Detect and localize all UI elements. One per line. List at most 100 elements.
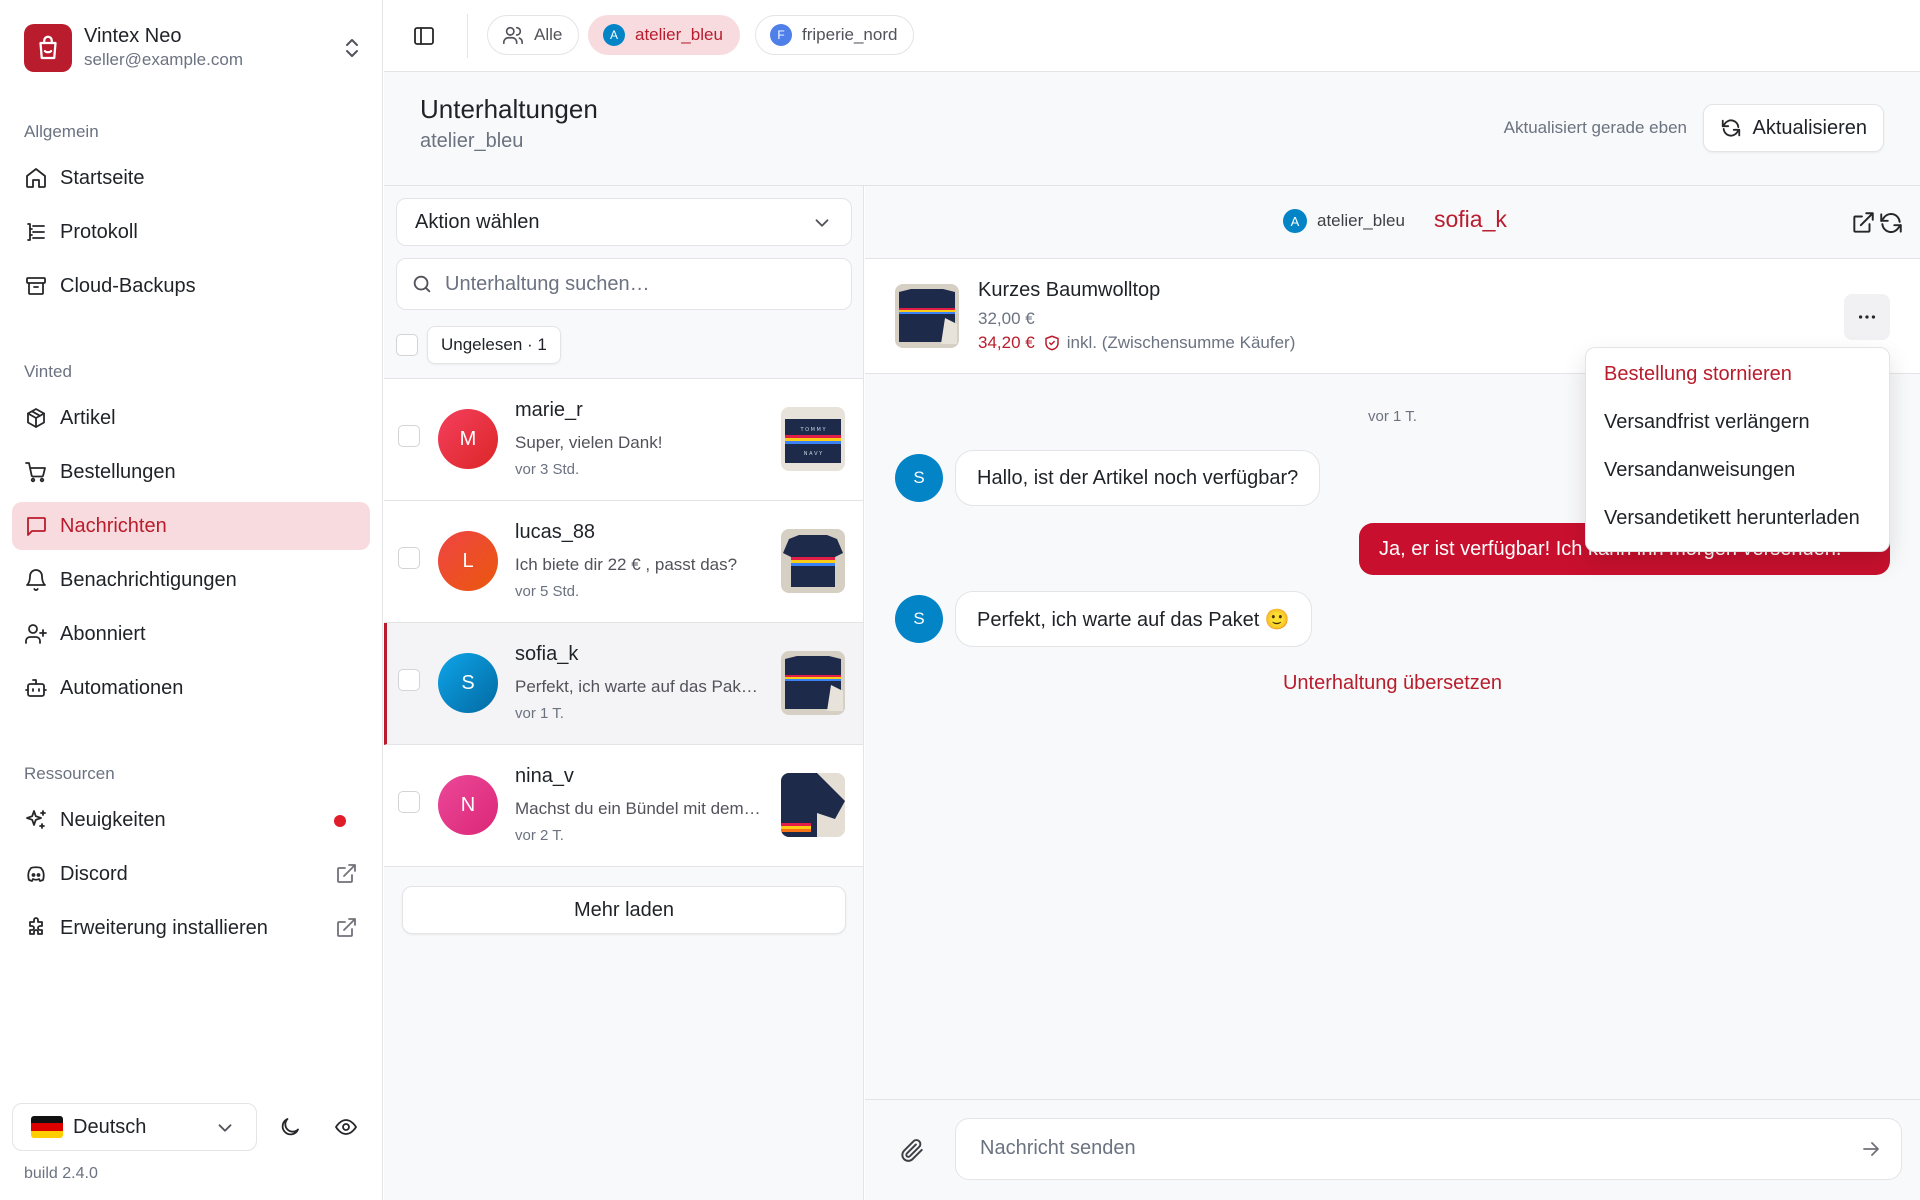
dark-mode-button[interactable] (270, 1107, 310, 1147)
message-bubble: Hallo, ist der Artikel noch verfügbar? (955, 450, 1321, 506)
search-input[interactable] (445, 272, 825, 296)
account-switcher[interactable]: Vintex Neo seller@example.com (24, 22, 364, 74)
account-chip-atelier-bleu[interactable]: A atelier_bleu (588, 15, 740, 55)
package-icon (27, 408, 45, 428)
product-image (895, 284, 959, 348)
chat-user-link[interactable]: sofia_k (1434, 206, 1507, 233)
visibility-button[interactable] (326, 1107, 366, 1147)
conversation-checkbox[interactable] (398, 425, 420, 447)
account-chip-friperie-nord[interactable]: F friperie_nord (755, 15, 915, 55)
last-updated-text: Aktualisiert gerade eben (1503, 118, 1687, 137)
message-input[interactable] (980, 1137, 1780, 1160)
sidebar-item-label: Artikel (60, 406, 116, 429)
sidebar-item-neuigkeiten[interactable]: Neuigkeiten (12, 796, 370, 844)
svg-text:N A V Y: N A V Y (804, 451, 823, 457)
sidebar-item-label: Protokoll (60, 220, 138, 243)
sidebar-item-label: Discord (60, 862, 128, 885)
language-label: Deutsch (73, 1115, 147, 1138)
sidebar-item-automationen[interactable]: Automationen (12, 664, 370, 712)
sidebar-item-label: Automationen (60, 676, 184, 699)
unread-filter-chip[interactable]: Ungelesen · 1 (427, 326, 561, 364)
avatar: A (1283, 209, 1307, 233)
message-icon (27, 517, 46, 536)
conversation-time: vor 5 Std. (515, 583, 580, 600)
conversation-checkbox[interactable] (398, 669, 420, 691)
users-icon (503, 26, 523, 45)
page-subtitle: atelier_bleu (420, 130, 524, 152)
puzzle-icon (29, 917, 43, 935)
conversation-item-lucas-88[interactable]: L lucas_88 Ich biete dir 22 € , passt da… (384, 501, 863, 623)
sidebar-item-benachrichtigungen[interactable]: Benachrichtigungen (12, 556, 370, 604)
sidebar-item-label: Neuigkeiten (60, 808, 166, 831)
sidebar-item-label: Nachrichten (60, 514, 167, 537)
conversation-name: lucas_88 (515, 521, 596, 543)
sidebar-item-bestellungen[interactable]: Bestellungen (12, 448, 370, 496)
nav-section-general: Allgemein (24, 122, 99, 141)
brand-email: seller@example.com (84, 50, 243, 69)
toggle-sidebar-button[interactable] (404, 16, 444, 56)
conversation-checkbox[interactable] (398, 547, 420, 569)
external-link-icon[interactable] (1850, 210, 1876, 236)
sidebar-item-discord[interactable]: Discord (12, 850, 370, 898)
conversation-panel: Aktion wählen Ungelesen · 1 M marie_r Su… (384, 186, 864, 1200)
nav-section-resources: Ressourcen (24, 764, 115, 783)
conversation-time: vor 1 T. (515, 705, 564, 722)
conversation-name: marie_r (515, 399, 583, 421)
product-thumbnail (781, 773, 845, 837)
sidebar-item-startseite[interactable]: Startseite (12, 154, 370, 202)
message-incoming: S Hallo, ist der Artikel noch verfügbar? (895, 450, 1321, 506)
refresh-icon[interactable] (1878, 210, 1904, 236)
conversation-name: sofia_k (515, 643, 579, 665)
sidebar-item-artikel[interactable]: Artikel (12, 394, 370, 442)
load-more-button[interactable]: Mehr laden (402, 886, 846, 934)
action-select-label: Aktion wählen (415, 210, 540, 233)
page-header: Unterhaltungen atelier_bleu Aktualisiert… (384, 72, 1920, 186)
more-actions-button[interactable] (1844, 294, 1890, 340)
language-select[interactable]: Deutsch (12, 1103, 257, 1151)
menu-item-download-label[interactable]: Versandetikett herunterladen (1586, 494, 1889, 542)
chip-label: Alle (534, 25, 563, 44)
menu-item-shipping-instructions[interactable]: Versandanweisungen (1586, 446, 1889, 494)
refresh-label: Aktualisieren (1752, 116, 1867, 139)
conversation-item-nina-v[interactable]: N nina_v Machst du ein Bündel mit dem Ro… (384, 745, 863, 867)
menu-item-cancel-order[interactable]: Bestellung stornieren (1586, 350, 1889, 398)
filter-row: Ungelesen · 1 (396, 326, 561, 364)
sidebar-item-label: Abonniert (60, 622, 146, 645)
send-arrow-icon[interactable] (1859, 1137, 1883, 1161)
conversation-checkbox[interactable] (398, 791, 420, 813)
search-icon (413, 275, 431, 293)
sidebar-item-erweiterung[interactable]: Erweiterung installieren (12, 904, 370, 952)
total-price: 34,20 € (978, 333, 1035, 352)
translate-conversation-link[interactable]: Unterhaltung übersetzen (865, 672, 1920, 695)
sidebar-item-protokoll[interactable]: Protokoll (12, 208, 370, 256)
conversation-time: vor 2 T. (515, 827, 564, 844)
product-thumbnail (781, 529, 845, 593)
conversation-preview: Machst du ein Bündel mit dem Rock? (515, 799, 761, 818)
avatar: A (603, 24, 625, 46)
sidebar-item-label: Bestellungen (60, 460, 176, 483)
chip-label: atelier_bleu (635, 25, 723, 44)
product-thumbnail (781, 651, 845, 715)
conversation-item-marie-r[interactable]: M marie_r Super, vielen Dank! vor 3 Std.… (384, 379, 863, 501)
select-all-checkbox[interactable] (396, 334, 418, 356)
avatar: M (438, 409, 498, 469)
menu-item-extend-shipping[interactable]: Versandfrist verlängern (1586, 398, 1889, 446)
chat-panel: A atelier_bleu sofia_k Kurzes Baumwollto… (865, 186, 1920, 1200)
chevrons-up-down-icon (346, 39, 358, 57)
page-title: Unterhaltungen (420, 94, 598, 124)
bulk-action-select[interactable]: Aktion wählen (396, 198, 852, 246)
sidebar-item-cloud-backups[interactable]: Cloud-Backups (12, 262, 370, 310)
conversation-preview: Perfekt, ich warte auf das Paket 🙂 (515, 677, 761, 696)
refresh-button[interactable]: Aktualisieren (1703, 104, 1884, 152)
total-note: inkl. (Zwischensumme Käufer) (1066, 333, 1296, 352)
sidebar-item-abonniert[interactable]: Abonniert (12, 610, 370, 658)
sidebar-item-nachrichten[interactable]: Nachrichten (12, 502, 370, 550)
avatar: S (895, 454, 943, 502)
paperclip-icon[interactable] (899, 1138, 925, 1164)
account-chip-alle[interactable]: Alle (487, 15, 580, 55)
brand-logo-icon (24, 24, 72, 72)
conversation-item-sofia-k[interactable]: S sofia_k Perfekt, ich warte auf das Pak… (384, 623, 863, 745)
refresh-icon (1722, 119, 1741, 137)
bell-icon (26, 569, 46, 591)
cart-icon (25, 462, 46, 483)
